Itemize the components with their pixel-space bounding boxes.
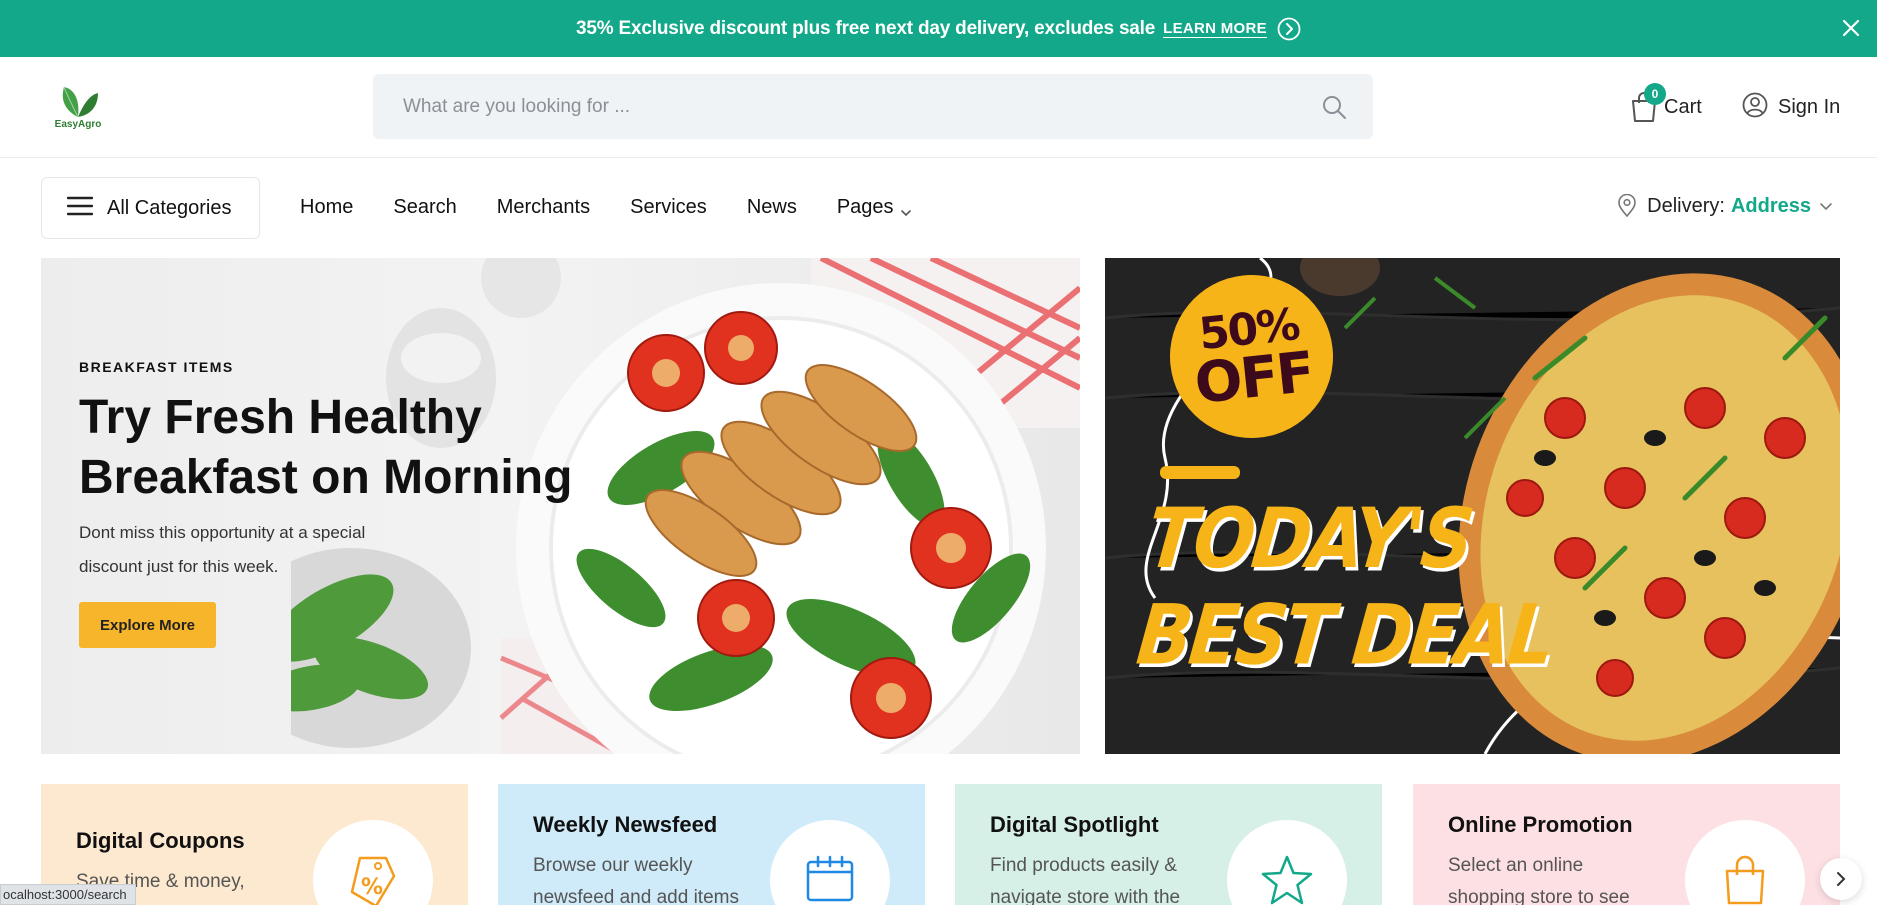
nav-item-services[interactable]: Services xyxy=(630,196,707,219)
svg-text:%: % xyxy=(361,875,383,900)
delivery-label: Delivery: xyxy=(1647,194,1725,217)
promo-message: 35% Exclusive discount plus free next da… xyxy=(576,17,1156,39)
user-icon xyxy=(1742,92,1768,123)
chevron-right-icon xyxy=(1837,872,1846,886)
hamburger-icon xyxy=(66,196,94,221)
discount-off: OFF xyxy=(1191,339,1316,417)
deal-line-1: TODAY'S xyxy=(1142,490,1476,587)
nav-menu: Home Search Merchants Services News Page… xyxy=(300,196,952,219)
close-icon[interactable] xyxy=(1839,16,1863,40)
card-description: Select an online shopping store to see xyxy=(1448,855,1630,905)
search-bar xyxy=(373,74,1373,139)
search-input[interactable] xyxy=(403,95,1303,118)
deal-headline: TODAY'S BEST DEAL xyxy=(1133,490,1567,683)
sign-in-button[interactable]: Sign In xyxy=(1742,87,1840,127)
all-categories-button[interactable]: All Categories xyxy=(41,177,260,239)
star-icon xyxy=(1227,820,1347,905)
nav-item-merchants[interactable]: Merchants xyxy=(497,196,590,219)
shopping-bag-icon: 0 xyxy=(1630,83,1666,123)
hero-banner-breakfast: BREAKFAST ITEMS Try Fresh Healthy Breakf… xyxy=(41,258,1080,754)
leaf-logo-icon xyxy=(62,86,98,118)
delivery-selector[interactable]: Delivery: Address xyxy=(1617,193,1833,218)
card-title: Digital Coupons xyxy=(76,828,245,853)
tag-percent-icon: % xyxy=(313,820,433,905)
cart-button[interactable]: 0 Cart xyxy=(1630,83,1702,127)
deal-line-2: BEST DEAL xyxy=(1132,586,1557,684)
hero-banner-pizza-deal[interactable]: 50% OFF TODAY'S BEST DEAL xyxy=(1105,258,1840,754)
calendar-icon xyxy=(770,820,890,905)
location-pin-icon xyxy=(1617,193,1637,218)
arrow-circle-right-icon[interactable] xyxy=(1277,17,1301,41)
browser-status-url: ocalhost:3000/search xyxy=(0,884,136,905)
card-title: Weekly Newsfeed xyxy=(533,812,718,837)
hero-kicker: BREAKFAST ITEMS xyxy=(79,359,234,375)
site-header: EasyAgro 0 Cart Sign In xyxy=(0,57,1877,158)
nav-item-pages-label: Pages xyxy=(836,196,894,218)
hero-description: Dont miss this opportunity at a special … xyxy=(79,523,366,576)
nav-item-search[interactable]: Search xyxy=(393,196,456,219)
learn-more-link[interactable]: LEARN MORE xyxy=(1163,20,1267,37)
feature-card-online-promotion[interactable]: Online Promotion Select an online shoppi… xyxy=(1413,784,1840,905)
shopping-bag-icon xyxy=(1685,820,1805,905)
search-icon[interactable] xyxy=(1321,94,1347,120)
sign-in-label: Sign In xyxy=(1778,95,1841,118)
nav-item-news[interactable]: News xyxy=(747,196,797,219)
cart-label: Cart xyxy=(1664,95,1702,118)
hero-title: Try Fresh Healthy Breakfast on Morning xyxy=(79,391,573,504)
feature-card-digital-spotlight[interactable]: Digital Spotlight Find products easily &… xyxy=(955,784,1382,905)
feature-card-weekly-newsfeed[interactable]: Weekly Newsfeed Browse our weekly newsfe… xyxy=(498,784,925,905)
main-nav: All Categories Home Search Merchants Ser… xyxy=(0,158,1877,258)
nav-item-pages[interactable]: Pages xyxy=(837,196,912,219)
chevron-down-icon xyxy=(1819,199,1833,213)
card-description: Find products easily & navigate store wi… xyxy=(990,855,1181,905)
promo-bar: 35% Exclusive discount plus free next da… xyxy=(0,0,1877,57)
decorative-bar xyxy=(1160,466,1240,479)
card-title: Digital Spotlight xyxy=(990,812,1159,837)
logo-text: EasyAgro xyxy=(54,119,102,130)
card-title: Online Promotion xyxy=(1448,812,1633,837)
cart-count-badge: 0 xyxy=(1644,83,1666,105)
card-description: Browse our weekly newsfeed and add items xyxy=(533,855,739,905)
logo[interactable]: EasyAgro xyxy=(52,81,104,133)
delivery-address: Address xyxy=(1730,194,1811,217)
nav-item-home[interactable]: Home xyxy=(300,196,353,219)
chevron-down-icon xyxy=(900,202,912,216)
explore-more-button[interactable]: Explore More xyxy=(79,602,216,648)
carousel-next-button[interactable] xyxy=(1820,858,1862,900)
all-categories-label: All Categories xyxy=(107,196,232,219)
